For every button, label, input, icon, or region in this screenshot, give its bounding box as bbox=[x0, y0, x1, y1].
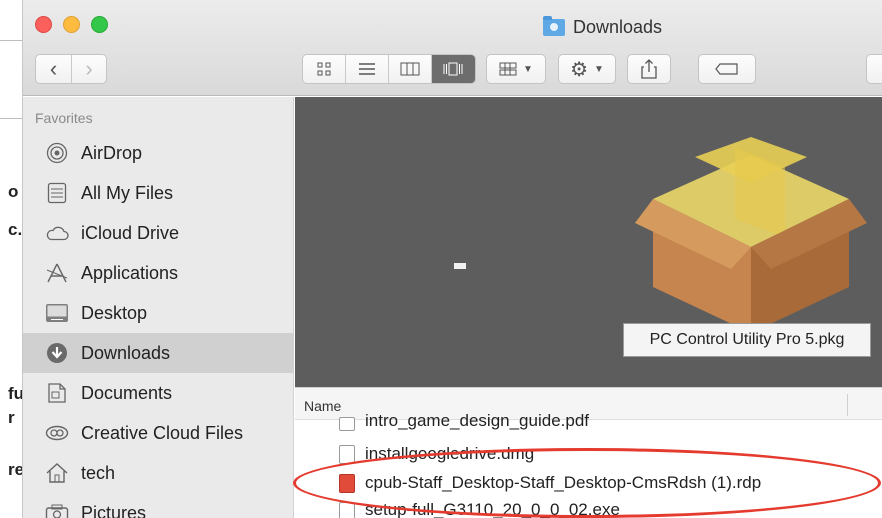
applications-icon bbox=[45, 261, 69, 285]
sidebar-item-label: All My Files bbox=[81, 182, 174, 203]
sidebar-item-label: Documents bbox=[81, 382, 173, 403]
minimize-button[interactable] bbox=[63, 16, 80, 33]
close-button[interactable] bbox=[35, 16, 52, 33]
finder-window: Downloads ‹ › ▼ ⚙ ▼ Favorites AirDrop Al… bbox=[22, 0, 882, 518]
coverflow-view-button[interactable] bbox=[432, 55, 475, 83]
column-view-icon bbox=[400, 62, 420, 76]
gear-icon: ⚙ bbox=[570, 58, 589, 81]
background-text: r bbox=[8, 408, 15, 427]
sidebar-item-label: Downloads bbox=[81, 342, 171, 363]
sidebar-item-label: AirDrop bbox=[81, 142, 143, 163]
file-name: installgoogledrive.dmg bbox=[365, 444, 535, 463]
file-name: setup-full_G3110_20_0_0_02.exe bbox=[365, 500, 620, 518]
list-view-icon bbox=[359, 63, 375, 75]
sidebar-item-label: iCloud Drive bbox=[81, 222, 180, 243]
sidebar-item-desktop[interactable]: Desktop bbox=[23, 293, 294, 333]
icon-view-button[interactable] bbox=[303, 55, 346, 83]
documents-icon bbox=[45, 381, 69, 405]
home-icon bbox=[45, 461, 69, 485]
sidebar-item-label: tech bbox=[81, 462, 116, 483]
window-title: Downloads bbox=[543, 15, 663, 38]
view-mode-group bbox=[302, 54, 476, 84]
sidebar-item-documents[interactable]: Documents bbox=[23, 373, 294, 413]
rdp-icon bbox=[339, 473, 355, 493]
sidebar-item-creative-cloud-files[interactable]: Creative Cloud Files bbox=[23, 413, 294, 453]
all-files-icon bbox=[45, 181, 69, 205]
file-row-highlighted[interactable]: cpub-Staff_Desktop-Staff_Desktop-CmsRdsh… bbox=[295, 469, 882, 497]
search-field[interactable] bbox=[866, 54, 882, 84]
background-window[interactable]: o c. fu r re bbox=[0, 0, 24, 518]
sidebar-item-downloads[interactable]: Downloads bbox=[23, 333, 294, 373]
sidebar-item-all-my-files[interactable]: All My Files bbox=[23, 173, 294, 213]
chevron-down-icon: ▼ bbox=[594, 63, 604, 75]
coverflow-view-icon bbox=[443, 62, 463, 76]
background-text: c. bbox=[8, 220, 23, 239]
coverflow-preview[interactable]: PC Control Utility Pro 5.pkg bbox=[295, 97, 882, 387]
sidebar-item-label: Creative Cloud Files bbox=[81, 422, 244, 443]
chevron-down-icon: ▼ bbox=[523, 63, 533, 75]
airdrop-icon bbox=[45, 141, 69, 165]
share-button[interactable] bbox=[627, 54, 671, 84]
tags-button[interactable] bbox=[698, 54, 756, 84]
back-forward-group: ‹ › bbox=[35, 54, 107, 84]
sidebar-item-pictures[interactable]: Pictures bbox=[23, 493, 294, 518]
package-icon[interactable] bbox=[635, 137, 867, 337]
sidebar-item-applications[interactable]: Applications bbox=[23, 253, 294, 293]
file-row[interactable]: installgoogledrive.dmg bbox=[295, 440, 882, 468]
sidebar-item-label: Pictures bbox=[81, 502, 147, 518]
forward-button[interactable]: › bbox=[70, 55, 106, 83]
zoom-button[interactable] bbox=[91, 16, 108, 33]
downloads-folder-icon bbox=[543, 15, 565, 36]
tag-icon bbox=[715, 63, 738, 75]
arrange-grid-icon bbox=[499, 62, 517, 76]
back-button[interactable]: ‹ bbox=[36, 55, 71, 83]
action-button[interactable]: ⚙ ▼ bbox=[558, 54, 616, 84]
title-bar[interactable]: Downloads ‹ › ▼ ⚙ ▼ bbox=[23, 0, 882, 96]
file-name: cpub-Staff_Desktop-Staff_Desktop-CmsRdsh… bbox=[365, 473, 762, 492]
background-window-edge bbox=[0, 118, 24, 119]
file-name: intro_game_design_guide.pdf bbox=[365, 413, 590, 430]
window-title-text: Downloads bbox=[573, 16, 663, 37]
sidebar-item-label: Desktop bbox=[81, 302, 148, 323]
background-window-edge bbox=[0, 40, 24, 41]
sidebar-item-icloud-drive[interactable]: iCloud Drive bbox=[23, 213, 294, 253]
column-view-button[interactable] bbox=[389, 55, 432, 83]
screen: o c. fu r re Downloads ‹ › ▼ ⚙ ▼ Favorit… bbox=[0, 0, 882, 518]
sidebar: Favorites AirDrop All My Files iCloud Dr… bbox=[23, 97, 294, 518]
dmg-icon bbox=[339, 444, 355, 464]
sidebar-item-tech[interactable]: tech bbox=[23, 453, 294, 493]
name-column-header[interactable]: Name bbox=[304, 398, 341, 414]
download-icon bbox=[45, 341, 69, 365]
pdf-icon bbox=[339, 417, 355, 431]
desktop-icon bbox=[45, 301, 69, 325]
background-text: o bbox=[8, 182, 19, 201]
share-icon bbox=[641, 59, 657, 79]
arrange-button[interactable]: ▼ bbox=[486, 54, 546, 84]
sidebar-item-airdrop[interactable]: AirDrop bbox=[23, 133, 294, 173]
creative-cloud-icon bbox=[45, 421, 69, 445]
file-row[interactable]: intro_game_design_guide.pdf bbox=[295, 413, 882, 431]
icon-view-icon bbox=[317, 62, 331, 76]
list-view-button[interactable] bbox=[346, 55, 389, 83]
sidebar-item-label: Applications bbox=[81, 262, 179, 283]
exe-icon bbox=[339, 502, 355, 518]
cloud-icon bbox=[45, 221, 69, 245]
camera-icon bbox=[45, 501, 69, 518]
file-row[interactable]: setup-full_G3110_20_0_0_02.exe bbox=[295, 500, 882, 518]
preview-file-label: PC Control Utility Pro 5.pkg bbox=[623, 323, 871, 357]
scroll-indicator bbox=[454, 263, 466, 269]
sidebar-heading: Favorites bbox=[35, 110, 93, 126]
